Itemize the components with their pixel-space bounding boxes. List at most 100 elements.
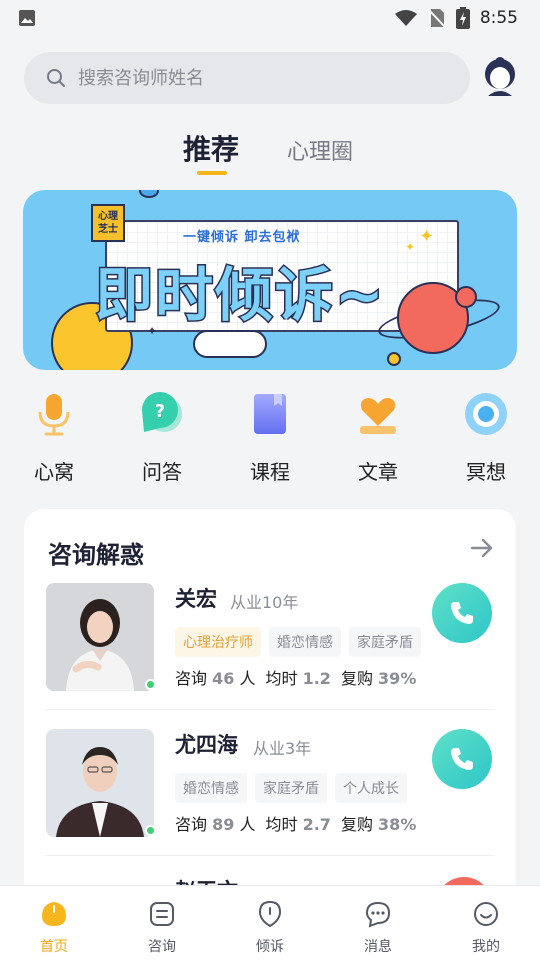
- stat-value: 1.2: [302, 669, 331, 688]
- gallery-icon: [19, 10, 35, 26]
- stat-label: 复购: [340, 669, 373, 688]
- quick-nav: 心窝 ? 问答 课程 文章 冥想: [0, 390, 540, 490]
- quick-item-course[interactable]: 课程: [230, 390, 310, 485]
- banner-subtitle: 一键倾诉 卸去包袱: [183, 230, 301, 245]
- quick-label: 冥想: [466, 460, 506, 484]
- nav-messages[interactable]: 消息: [343, 900, 413, 956]
- tag: 心理治疗师: [175, 627, 261, 657]
- message-icon: [365, 901, 391, 928]
- battery-icon: [455, 7, 470, 29]
- svg-text:?: ?: [155, 401, 165, 422]
- wifi-icon: [394, 10, 417, 26]
- nav-mine[interactable]: 我的: [451, 900, 521, 956]
- nav-label: 首页: [40, 939, 68, 955]
- confide-icon: [258, 900, 282, 928]
- nav-label: 咨询: [148, 939, 176, 955]
- counselor-stats: 咨询 89 人 均时 2.7 复购 38%: [175, 811, 416, 835]
- top-tabs: 推荐 心理圈: [0, 120, 540, 180]
- call-button[interactable]: [432, 583, 492, 643]
- banner-bubble: [139, 190, 159, 198]
- call-button[interactable]: [432, 729, 492, 789]
- quick-item-meditation[interactable]: 冥想: [446, 390, 526, 485]
- bottom-nav: 首页 咨询 倾诉 消息 我的: [0, 885, 540, 960]
- counselor-years: 从业10年: [230, 593, 299, 612]
- stat-value: 46: [212, 669, 235, 688]
- banner-headline: 即时倾诉~: [94, 260, 386, 331]
- heart-article-icon: [360, 398, 396, 434]
- nav-home[interactable]: 首页: [19, 900, 89, 956]
- search-icon: [47, 69, 65, 87]
- profile-icon: [474, 902, 498, 926]
- counselor-row[interactable]: 关宏 从业10年 心理治疗师 婚恋情感 家庭矛盾 咨询 46 人 均时 1.2 …: [24, 583, 516, 729]
- arrow-right-icon[interactable]: [470, 537, 494, 559]
- counselor-photo: [46, 729, 154, 837]
- consult-icon: [150, 902, 174, 926]
- banner-dot: [387, 352, 401, 366]
- stat-unit: 人: [239, 669, 256, 688]
- promo-banner[interactable]: 心理 芝士 一键倾诉 卸去包袱 即时倾诉~ ✦ ✦ ✦: [23, 190, 517, 370]
- tag: 个人成长: [335, 773, 407, 803]
- counselor-tags: 心理治疗师 婚恋情感 家庭矛盾: [175, 627, 421, 657]
- stat-value: 89: [212, 815, 235, 834]
- quick-item-article[interactable]: 文章: [338, 390, 418, 485]
- quick-label: 课程: [250, 460, 290, 484]
- stat-value: 2.7: [302, 815, 331, 834]
- microphone-icon: [38, 394, 70, 436]
- counselor-years: 从业3年: [253, 739, 312, 758]
- row-divider: [46, 855, 494, 856]
- nav-consult[interactable]: 咨询: [127, 900, 197, 956]
- star-icon: ✦: [405, 240, 416, 254]
- nav-label: 消息: [364, 939, 392, 955]
- meditation-circle-icon: [465, 393, 507, 435]
- star-icon: ✦: [419, 226, 435, 247]
- quick-item-xinwo[interactable]: 心窝: [14, 390, 94, 485]
- nav-confide[interactable]: 倾诉: [235, 900, 305, 956]
- counselor-name: 关宏: [175, 587, 217, 611]
- stat-label: 均时: [265, 669, 298, 688]
- counselor-row[interactable]: 尤四海 从业3年 婚恋情感 家庭矛盾 个人成长 咨询 89 人 均时 2.7 复…: [24, 729, 516, 875]
- quick-label: 心窝: [34, 460, 74, 484]
- stat-label: 咨询: [175, 669, 208, 688]
- stat-value: 39%: [378, 669, 417, 688]
- quick-item-qa[interactable]: ? 问答: [122, 390, 202, 485]
- stat-label: 复购: [340, 815, 373, 834]
- star-icon: ✦: [147, 324, 158, 338]
- banner-cloud: [193, 330, 267, 358]
- row-divider: [46, 709, 494, 710]
- stat-value: 38%: [378, 815, 417, 834]
- tab-psych-circle[interactable]: 心理圈: [287, 134, 353, 166]
- tag: 婚恋情感: [175, 773, 247, 803]
- tag: 家庭矛盾: [349, 627, 421, 657]
- counselor-stats: 咨询 46 人 均时 1.2 复购 39%: [175, 665, 416, 689]
- online-indicator: [145, 679, 156, 690]
- question-bubble-icon: ?: [142, 392, 182, 432]
- stat-label: 均时: [265, 815, 298, 834]
- banner-moon: [455, 286, 477, 308]
- tag: 家庭矛盾: [255, 773, 327, 803]
- search-bar[interactable]: [24, 52, 470, 104]
- tab-recommend[interactable]: 推荐: [183, 128, 239, 168]
- stat-label: 咨询: [175, 815, 208, 834]
- consult-card: 咨询解惑 关宏 从业10年 心理治疗师 婚恋情感 家庭矛盾 咨询 46 人 均时: [24, 509, 516, 929]
- home-icon: [42, 902, 66, 926]
- book-icon: [254, 394, 286, 434]
- phone-icon: [451, 748, 473, 770]
- quick-label: 问答: [142, 460, 182, 484]
- online-indicator: [145, 825, 156, 836]
- counselor-name: 尤四海: [175, 733, 238, 757]
- customer-service-icon[interactable]: [480, 56, 520, 100]
- quick-label: 文章: [358, 460, 398, 484]
- banner-tag: 心理 芝士: [91, 204, 125, 242]
- counselor-photo: [46, 583, 154, 691]
- tag: 婚恋情感: [269, 627, 341, 657]
- no-sim-icon: [428, 9, 446, 28]
- section-title: 咨询解惑: [48, 541, 144, 569]
- nav-label: 我的: [472, 939, 500, 955]
- counselor-tags: 婚恋情感 家庭矛盾 个人成长: [175, 773, 407, 803]
- search-input[interactable]: [78, 67, 418, 89]
- nav-label: 倾诉: [256, 939, 284, 955]
- clock: 8:55: [479, 8, 518, 28]
- phone-icon: [451, 602, 473, 624]
- stat-unit: 人: [239, 815, 256, 834]
- status-bar: 8:55: [0, 0, 540, 36]
